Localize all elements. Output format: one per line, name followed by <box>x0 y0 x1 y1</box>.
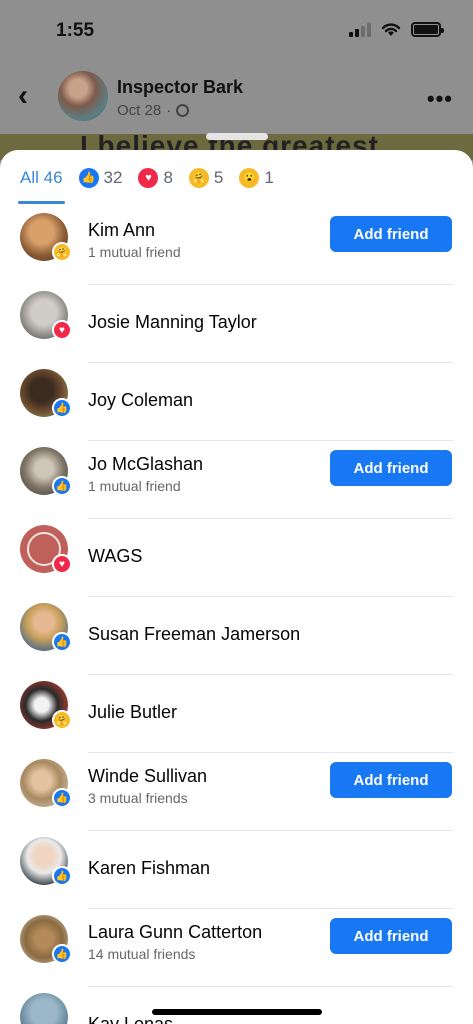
like-icon: 👍 <box>52 398 72 418</box>
list-item[interactable]: 🤗 Kim Ann 1 mutual friend Add friend <box>0 206 473 284</box>
list-item[interactable]: Kay Lonas <box>0 986 473 1024</box>
reaction-tabs: All 46 👍 32 ♥ 8 🤗 5 😮 1 <box>0 150 473 206</box>
list-item[interactable]: ♥ WAGS <box>0 518 473 596</box>
post-date: Oct 28 <box>117 102 162 119</box>
person-name[interactable]: Kay Lonas <box>88 1014 173 1024</box>
person-name[interactable]: Josie Manning Taylor <box>88 312 257 333</box>
tab-like[interactable]: 👍 32 <box>78 150 123 206</box>
mutual-friends: 14 mutual friends <box>88 946 196 962</box>
person-name[interactable]: Joy Coleman <box>88 390 193 411</box>
post-header: ‹ Inspector Bark Oct 28 · ••• <box>0 68 473 128</box>
like-icon: 👍 <box>52 476 72 496</box>
avatar[interactable] <box>20 993 68 1024</box>
meta-separator: · <box>166 102 172 119</box>
person-name[interactable]: Kim Ann <box>88 220 155 241</box>
mutual-friends: 3 mutual friends <box>88 790 188 806</box>
more-options-button[interactable]: ••• <box>427 86 453 112</box>
reactions-sheet: All 46 👍 32 ♥ 8 🤗 5 😮 1 🤗 Kim Ann 1 mutu… <box>0 150 473 1024</box>
add-friend-button[interactable]: Add friend <box>330 216 452 252</box>
like-icon: 👍 <box>52 788 72 808</box>
globe-icon <box>176 104 190 117</box>
mutual-friends: 1 mutual friend <box>88 244 181 260</box>
love-icon: ♥ <box>52 554 72 574</box>
list-item[interactable]: 👍 Susan Freeman Jamerson <box>0 596 473 674</box>
cellular-signal-icon <box>349 22 371 37</box>
person-name[interactable]: Laura Gunn Catterton <box>88 922 262 943</box>
add-friend-button[interactable]: Add friend <box>330 450 452 486</box>
list-item[interactable]: 👍 Laura Gunn Catterton 14 mutual friends… <box>0 908 473 986</box>
status-icons <box>349 22 444 37</box>
person-name[interactable]: Winde Sullivan <box>88 766 207 787</box>
add-friend-button[interactable]: Add friend <box>330 918 452 954</box>
back-button[interactable]: ‹ <box>18 81 42 112</box>
list-item[interactable]: 👍 Winde Sullivan 3 mutual friends Add fr… <box>0 752 473 830</box>
post-meta: Oct 28 · <box>117 102 190 119</box>
battery-icon <box>411 22 444 37</box>
person-name[interactable]: Susan Freeman Jamerson <box>88 624 300 645</box>
list-item[interactable]: 🤗 Julie Butler <box>0 674 473 752</box>
list-item[interactable]: ♥ Josie Manning Taylor <box>0 284 473 362</box>
sheet-grabber[interactable] <box>206 133 268 140</box>
tab-all-label: All 46 <box>20 168 63 187</box>
reactors-list: 🤗 Kim Ann 1 mutual friend Add friend ♥ J… <box>0 206 473 1024</box>
like-icon: 👍 <box>78 168 99 188</box>
like-icon: 👍 <box>52 866 72 886</box>
tab-love-count: 8 <box>163 168 173 187</box>
person-name[interactable]: WAGS <box>88 546 142 567</box>
care-icon: 🤗 <box>52 710 72 730</box>
status-bar: 1:55 <box>0 0 473 62</box>
love-icon: ♥ <box>52 320 72 340</box>
tab-all[interactable]: All 46 <box>18 150 65 206</box>
like-icon: 👍 <box>52 632 72 652</box>
care-icon: 🤗 <box>188 168 209 188</box>
page-avatar[interactable] <box>58 71 108 121</box>
list-item[interactable]: 👍 Joy Coleman <box>0 362 473 440</box>
list-item[interactable]: 👍 Karen Fishman <box>0 830 473 908</box>
wifi-icon <box>381 23 401 36</box>
like-icon: 👍 <box>52 944 72 964</box>
person-name[interactable]: Julie Butler <box>88 702 177 723</box>
tab-wow-count: 1 <box>264 168 274 187</box>
page-name[interactable]: Inspector Bark <box>117 77 243 98</box>
tab-care[interactable]: 🤗 5 <box>188 150 224 206</box>
status-time: 1:55 <box>56 20 95 41</box>
tab-like-count: 32 <box>103 168 123 187</box>
add-friend-button[interactable]: Add friend <box>330 762 452 798</box>
care-icon: 🤗 <box>52 242 72 262</box>
list-item[interactable]: 👍 Jo McGlashan 1 mutual friend Add frien… <box>0 440 473 518</box>
love-icon: ♥ <box>138 168 159 188</box>
wow-icon: 😮 <box>239 168 260 188</box>
tab-wow[interactable]: 😮 1 <box>239 150 274 206</box>
tab-care-count: 5 <box>213 168 224 187</box>
person-name[interactable]: Jo McGlashan <box>88 454 203 475</box>
tab-love[interactable]: ♥ 8 <box>138 150 173 206</box>
person-name[interactable]: Karen Fishman <box>88 858 210 879</box>
home-indicator[interactable] <box>152 1009 322 1015</box>
mutual-friends: 1 mutual friend <box>88 478 181 494</box>
